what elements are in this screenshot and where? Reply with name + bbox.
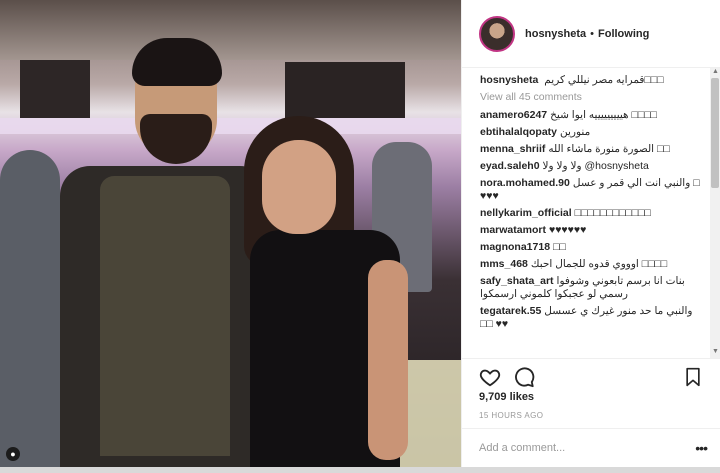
comment-username[interactable]: safy_shata_art — [480, 275, 554, 287]
scroll-down-icon[interactable]: ▼ — [712, 348, 719, 355]
post-actions — [462, 358, 720, 394]
comment-username[interactable]: nellykarim_official — [480, 207, 572, 219]
post-details-panel: hosnysheta • Following hosnysheta قمرايه… — [461, 0, 720, 467]
comments-scrollbar[interactable]: ▲ ▼ — [710, 68, 720, 358]
list-item: anamero6247 هيييييييييه ايوا شيخ □□□□ — [480, 109, 702, 122]
comment-username[interactable]: tegatarek.55 — [480, 305, 541, 317]
list-item: mms_468 اوووي قدوه للجمال احبك □□□□ — [480, 258, 702, 271]
list-item: ebtihalalqopaty منورين — [480, 126, 702, 139]
comment-text: الصورة منورة ماشاء الله □□ — [548, 143, 670, 155]
comments-list: hosnysheta قمرايه مصر نيللي كريم□□□ View… — [462, 68, 712, 358]
scrollbar-thumb[interactable] — [711, 78, 719, 188]
list-item: nellykarim_official □□□□□□□□□□□□ — [480, 207, 702, 220]
caption-text: قمرايه مصر نيللي كريم□□□ — [544, 74, 664, 86]
add-comment-bar: ••• — [462, 428, 720, 467]
list-item: nora.mohamed.90 والنبي انت الي قمر و عسل … — [480, 177, 702, 203]
caption: hosnysheta قمرايه مصر نيللي كريم□□□ — [480, 74, 702, 87]
comment-username[interactable]: ebtihalalqopaty — [480, 126, 557, 138]
comment-username[interactable]: magnona1718 — [480, 241, 550, 253]
photo-woman — [240, 110, 440, 467]
photo-man — [40, 36, 270, 467]
comment-text: منورين — [560, 126, 591, 138]
caption-username[interactable]: hosnysheta — [480, 74, 538, 86]
comment-text: □□□□□□□□□□□□ — [574, 207, 651, 219]
page-bottom-strip — [0, 467, 720, 473]
comment-text: اوووي قدوه للجمال احبك □□□□ — [530, 258, 668, 270]
comment-username[interactable]: anamero6247 — [480, 109, 547, 121]
list-item: safy_shata_art بنات انا برسم تابعوني وشوف… — [480, 275, 702, 301]
comment-username[interactable]: mms_468 — [480, 258, 528, 270]
list-item: menna_shriif الصورة منورة ماشاء الله □□ — [480, 143, 702, 156]
comment-username[interactable]: eyad.saleh0 — [480, 160, 540, 172]
post-timestamp[interactable]: 15 HOURS AGO — [479, 411, 543, 420]
heart-icon[interactable] — [479, 366, 501, 388]
user-tag-icon[interactable]: ● — [6, 447, 20, 461]
post-photo[interactable]: ● — [0, 0, 461, 467]
header-separator: • — [590, 27, 594, 40]
comment-text: هيييييييييه ايوا شيخ □□□□ — [550, 109, 657, 121]
likes-count[interactable]: 9,709 likes — [479, 391, 534, 403]
more-options-icon[interactable]: ••• — [695, 440, 708, 456]
comment-text: ♥♥♥♥♥♥ — [548, 224, 587, 236]
following-button[interactable]: Following — [598, 28, 649, 40]
comment-text: ولا ولا ولا @hosnysheta — [542, 160, 649, 172]
scroll-up-icon[interactable]: ▲ — [712, 68, 719, 75]
comment-icon[interactable] — [513, 366, 535, 388]
add-comment-input[interactable] — [479, 442, 679, 454]
view-all-comments-link[interactable]: View all 45 comments — [480, 91, 702, 103]
bookmark-icon[interactable] — [683, 367, 703, 387]
avatar[interactable] — [479, 15, 515, 52]
list-item: magnona1718 □□ — [480, 241, 702, 254]
post-header: hosnysheta • Following — [462, 0, 720, 68]
list-item: marwatamort ♥♥♥♥♥♥ — [480, 224, 702, 237]
comment-username[interactable]: marwatamort — [480, 224, 546, 236]
list-item: eyad.saleh0 ولا ولا ولا @hosnysheta — [480, 160, 702, 173]
comment-text: □□ — [553, 241, 566, 253]
list-item: tegatarek.55 والنبي ما حد منور غيرك ي عسس… — [480, 305, 702, 331]
comment-username[interactable]: menna_shriif — [480, 143, 545, 155]
header-username[interactable]: hosnysheta — [525, 28, 586, 40]
comment-username[interactable]: nora.mohamed.90 — [480, 177, 570, 189]
